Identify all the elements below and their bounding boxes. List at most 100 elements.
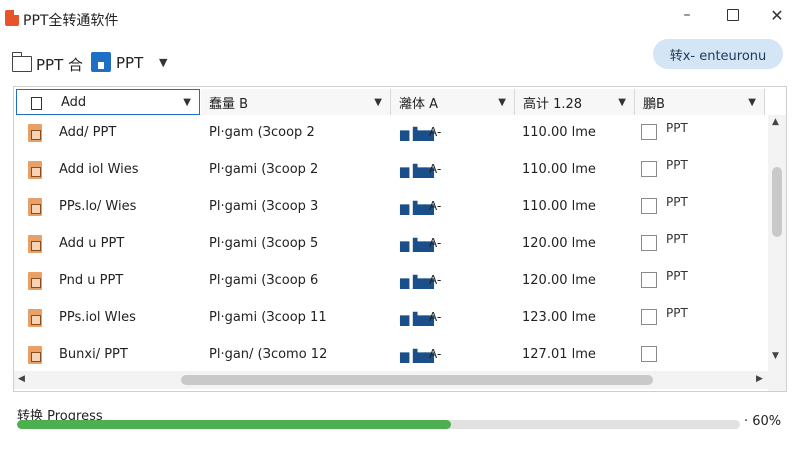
row-checkbox[interactable] <box>641 235 657 251</box>
file-size: Pl·gam (Зcoop 2 <box>209 125 315 140</box>
file-name: PPs.lo/ Wies <box>59 199 137 214</box>
document-icon <box>31 97 42 110</box>
output-label: PPT <box>666 121 688 135</box>
column-header-label: Add <box>61 94 87 110</box>
title-bar: PPT全转通软件 – ✕ <box>0 0 800 36</box>
font-value: A- <box>429 162 442 176</box>
folder-icon[interactable] <box>11 52 32 72</box>
scroll-down-icon[interactable]: ▼ <box>772 351 779 361</box>
column-header-font[interactable]: 灕体 A ▼ <box>391 89 515 115</box>
file-name: Add iol Wies <box>59 162 139 177</box>
file-icon <box>28 124 42 142</box>
font-icon: ▆▐▆▆ <box>400 201 434 215</box>
table-row[interactable]: Add u PPT Pl·gami (Зcoop 5 ▆▐▆▆ A- 120.0… <box>14 229 766 266</box>
font-icon: ▆▐▆▆ <box>400 127 434 141</box>
row-checkbox[interactable] <box>641 272 657 288</box>
column-header-label: 高计 1.28 <box>523 96 583 112</box>
sort-icon[interactable]: ▼ <box>374 97 382 108</box>
file-size: Pl·gami (Зcoop 5 <box>209 236 319 251</box>
font-value: A- <box>429 310 442 324</box>
font-value: A- <box>429 236 442 250</box>
table-row[interactable]: Pnd u PPT Pl·gami (Зcoop 6 ▆▐▆▆ A- 120.0… <box>14 266 766 303</box>
maximize-icon <box>727 9 739 21</box>
font-value: A- <box>429 199 442 213</box>
ppt-label[interactable]: PPT <box>116 54 143 72</box>
file-name: Add u PPT <box>59 236 125 251</box>
column-header-height[interactable]: 高计 1.28 ▼ <box>515 89 635 115</box>
row-checkbox[interactable] <box>641 161 657 177</box>
file-name: Bunxi/ PPT <box>59 347 128 362</box>
column-header-label: 鵬B <box>643 96 665 112</box>
font-value: A- <box>429 273 442 287</box>
table-row[interactable]: PPs.lo/ Wies Pl·gami (Зcoop 3 ▆▐▆▆ A- 11… <box>14 192 766 229</box>
file-size: Pl·gan/ (Зcomo 12 <box>209 347 328 362</box>
minimize-button[interactable]: – <box>664 0 710 30</box>
file-icon <box>28 272 42 290</box>
sort-icon[interactable]: ▼ <box>748 97 756 108</box>
font-icon: ▆▐▆▆ <box>400 164 434 178</box>
home-icon[interactable] <box>91 52 111 72</box>
window-title: PPT全转通软件 <box>23 13 119 29</box>
output-label: PPT <box>666 195 688 209</box>
horizontal-scrollbar[interactable]: ◀ ▶ <box>14 371 768 389</box>
progress-percent: · 60% <box>744 414 782 429</box>
row-checkbox[interactable] <box>641 198 657 214</box>
output-label: PPT <box>666 158 688 172</box>
font-icon: ▆▐▆▆ <box>400 275 434 289</box>
column-header-output[interactable]: 鵬B ▼ <box>635 89 765 115</box>
vertical-scroll-thumb[interactable] <box>772 167 782 237</box>
font-icon: ▆▐▆▆ <box>400 312 434 326</box>
file-icon <box>28 346 42 364</box>
file-name: PPs.iol Wles <box>59 310 136 325</box>
file-table: Add ▼ 蠢量 B ▼ 灕体 A ▼ 高计 1.28 ▼ 鵬B ▼ Add/ … <box>13 86 787 392</box>
row-checkbox[interactable] <box>641 346 657 362</box>
font-icon: ▆▐▆▆ <box>400 349 434 363</box>
height-value: 110.00 lme <box>522 162 596 177</box>
table-row[interactable]: Add iol Wies Pl·gami (Зcoop 2 ▆▐▆▆ A- 11… <box>14 155 766 192</box>
height-value: 110.00 lme <box>522 125 596 140</box>
height-value: 120.00 lme <box>522 236 596 251</box>
font-value: A- <box>429 347 442 361</box>
font-icon: ▆▐▆▆ <box>400 238 434 252</box>
file-size: Pl·gami (Зcoop 3 <box>209 199 319 214</box>
column-header-label: 灕体 A <box>399 96 439 112</box>
table-row[interactable]: Add/ PPT Pl·gam (Зcoop 2 ▆▐▆▆ A- 110.00 … <box>14 118 766 155</box>
convert-button[interactable]: 转x- enteuronu <box>653 39 783 69</box>
font-value: A- <box>429 125 442 139</box>
column-header-label: 蠢量 B <box>209 96 249 112</box>
file-icon <box>28 309 42 327</box>
file-icon <box>28 235 42 253</box>
horizontal-scroll-thumb[interactable] <box>181 375 653 385</box>
sort-icon[interactable]: ▼ <box>618 97 626 108</box>
close-button[interactable]: ✕ <box>754 0 800 30</box>
table-row[interactable]: PPs.iol Wles Pl·gami (Зcoop 11 ▆▐▆▆ A- 1… <box>14 303 766 340</box>
output-label: PPT <box>666 306 688 320</box>
app-icon <box>5 10 19 26</box>
output-label: PPT <box>666 269 688 283</box>
sort-icon[interactable]: ▼ <box>498 97 506 108</box>
file-size: Pl·gami (Зcoop 11 <box>209 310 327 325</box>
scroll-left-icon[interactable]: ◀ <box>18 374 25 384</box>
file-icon <box>28 161 42 179</box>
file-icon <box>28 198 42 216</box>
height-value: 110.00 lme <box>522 199 596 214</box>
progress-bar <box>17 420 740 429</box>
height-value: 120.00 lme <box>522 273 596 288</box>
sort-icon[interactable]: ▼ <box>183 97 191 108</box>
chevron-down-icon[interactable]: ▼ <box>159 56 167 69</box>
scroll-up-icon[interactable]: ▲ <box>772 117 779 127</box>
column-header-add[interactable]: Add ▼ <box>16 89 200 115</box>
column-header-size[interactable]: 蠢量 B ▼ <box>201 89 391 115</box>
row-checkbox[interactable] <box>641 124 657 140</box>
merge-ppt-label[interactable]: PPT 合 <box>36 54 83 75</box>
file-size: Pl·gami (Зcoop 2 <box>209 162 319 177</box>
row-checkbox[interactable] <box>641 309 657 325</box>
height-value: 123.00 lme <box>522 310 596 325</box>
file-size: Pl·gami (Зcoop 6 <box>209 273 319 288</box>
progress-fill <box>17 420 451 429</box>
output-label: PPT <box>666 232 688 246</box>
file-name: Pnd u PPT <box>59 273 124 288</box>
scroll-right-icon[interactable]: ▶ <box>756 374 763 384</box>
maximize-button[interactable] <box>710 0 756 30</box>
vertical-scrollbar[interactable]: ▲ ▼ <box>768 115 786 391</box>
